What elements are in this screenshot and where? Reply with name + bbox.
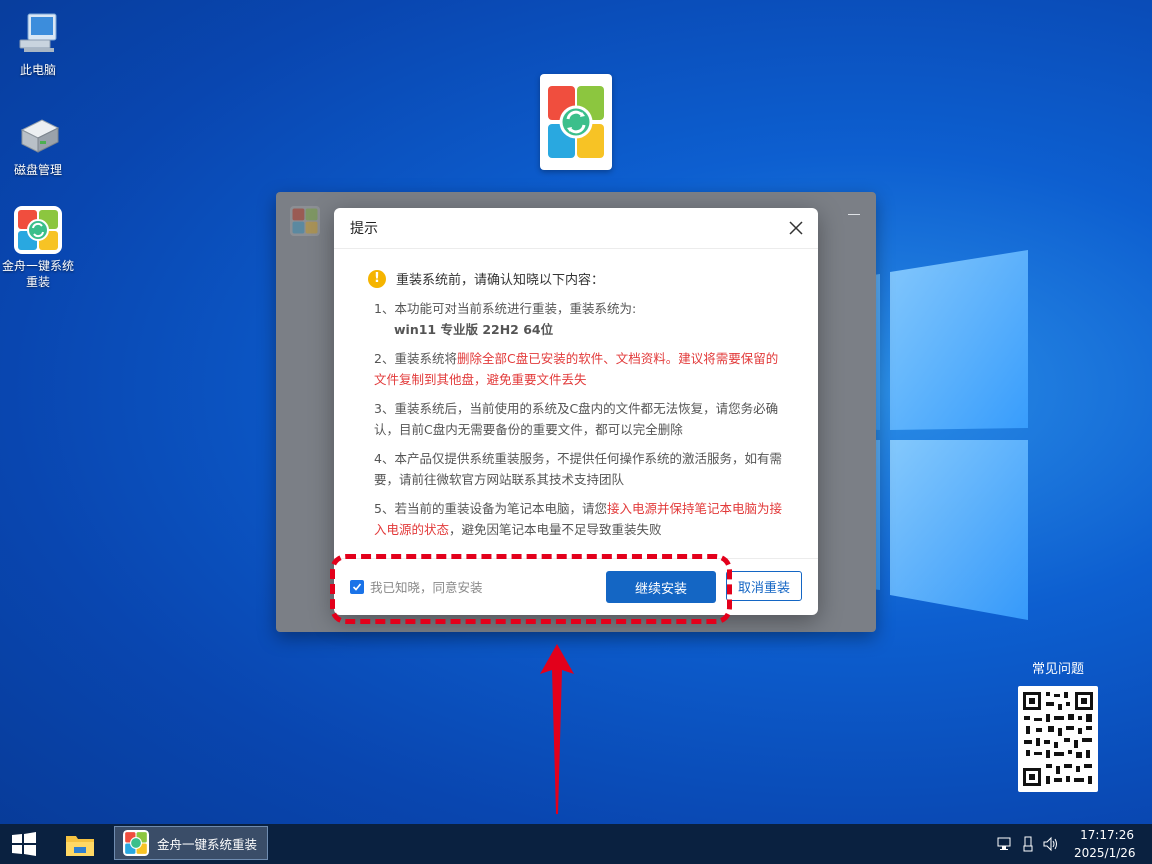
notice-text: 1、本功能可对当前系统进行重装，重装系统为: bbox=[374, 301, 637, 316]
agree-label: 我已知晓，同意安装 bbox=[370, 580, 483, 595]
warning-text: 重装系统前，请确认知晓以下内容： bbox=[396, 273, 605, 288]
notice-text: 2、重装系统将 bbox=[374, 351, 457, 366]
network-icon[interactable] bbox=[996, 836, 1014, 852]
notice-text: 5、若当前的重装设备为笔记本电脑，请您 bbox=[374, 501, 607, 516]
notice-text: 4、本产品仅提供系统重装服务，不提供任何操作系统的激活服务，如有需要，请前往微软… bbox=[374, 451, 782, 487]
dialog-title: 提示 bbox=[350, 221, 378, 237]
notice-item-4: 4、本产品仅提供系统重装服务，不提供任何操作系统的激活服务，如有需要，请前往微软… bbox=[374, 448, 784, 490]
clock-date: 2025/1/26 bbox=[1074, 846, 1136, 860]
target-system-version: win11 专业版 22H2 64位 bbox=[394, 322, 554, 337]
dialog-footer: 我已知晓，同意安装 继续安装 取消重装 bbox=[334, 558, 818, 615]
start-button[interactable] bbox=[10, 832, 38, 856]
warning-icon: ! bbox=[368, 269, 386, 288]
desktop-icon-this-pc[interactable]: 此电脑 bbox=[0, 10, 76, 78]
computer-icon bbox=[14, 10, 62, 58]
taskbar: 金舟一键系统重装 17:17:26 2025/1/26 bbox=[0, 824, 1152, 864]
jinzhou-app-logo bbox=[540, 74, 612, 170]
checkbox-checked-icon bbox=[350, 579, 364, 594]
jinzhou-app-icon bbox=[123, 830, 149, 856]
qr-code-icon bbox=[1023, 692, 1093, 786]
desktop-icon-jinzhou-reinstall[interactable]: 金舟一键系统重装 bbox=[0, 206, 76, 290]
taskbar-app-jinzhou[interactable]: 金舟一键系统重装 bbox=[114, 826, 268, 860]
notice-list: 1、本功能可对当前系统进行重装，重装系统为: win11 专业版 22H2 64… bbox=[374, 298, 784, 540]
warning-heading: ! 重装系统前，请确认知晓以下内容： bbox=[368, 269, 818, 288]
usb-icon[interactable] bbox=[1022, 836, 1034, 852]
continue-install-button[interactable]: 继续安装 bbox=[606, 571, 716, 603]
windows-start-icon bbox=[12, 832, 36, 856]
faq-label: 常见问题 bbox=[1031, 662, 1084, 677]
desktop-icon-label: 此电脑 bbox=[19, 63, 56, 77]
minimize-button-dimmed bbox=[848, 214, 860, 215]
desktop-icon-label: 金舟一键系统重装 bbox=[1, 259, 74, 289]
file-explorer-taskbar-button[interactable] bbox=[64, 830, 96, 858]
close-button[interactable] bbox=[786, 218, 806, 238]
system-tray: 17:17:26 2025/1/26 bbox=[996, 824, 1136, 864]
app-window-icon bbox=[290, 206, 320, 236]
folder-icon bbox=[66, 836, 94, 856]
faq-qr-code[interactable] bbox=[1018, 686, 1098, 792]
desktop-icon-disk-management[interactable]: 磁盘管理 bbox=[0, 110, 76, 178]
notice-item-5: 5、若当前的重装设备为笔记本电脑，请您接入电源并保持笔记本电脑为接入电源的状态，… bbox=[374, 498, 784, 540]
disk-management-icon bbox=[14, 110, 62, 158]
desktop-icon-label: 磁盘管理 bbox=[13, 163, 62, 177]
notice-item-2: 2、重装系统将删除全部C盘已安装的软件、文档资料。建议将需要保留的文件复制到其他… bbox=[374, 348, 784, 390]
arrow-annotation-icon bbox=[540, 644, 574, 814]
clock-time: 17:17:26 bbox=[1080, 828, 1134, 842]
dialog-header: 提示 bbox=[334, 208, 818, 249]
reinstall-confirm-dialog: 提示 ! 重装系统前，请确认知晓以下内容： 1、本功能可对当前系统进行重装，重装… bbox=[334, 208, 818, 615]
jinzhou-app-icon bbox=[14, 206, 62, 254]
cancel-reinstall-button[interactable]: 取消重装 bbox=[726, 571, 802, 601]
clock[interactable]: 17:17:26 2025/1/26 bbox=[1074, 826, 1136, 862]
notice-item-3: 3、重装系统后，当前使用的系统及C盘内的文件都无法恢复，请您务必确认，目前C盘内… bbox=[374, 398, 784, 440]
volume-icon[interactable] bbox=[1042, 836, 1060, 852]
agree-checkbox[interactable]: 我已知晓，同意安装 bbox=[350, 577, 483, 596]
taskbar-app-label: 金舟一键系统重装 bbox=[157, 836, 258, 852]
notice-text: ，避免因笔记本电量不足导致重装失败 bbox=[449, 522, 662, 537]
close-icon bbox=[789, 221, 803, 235]
notice-item-1: 1、本功能可对当前系统进行重装，重装系统为: win11 专业版 22H2 64… bbox=[374, 298, 784, 340]
notice-text: 3、重装系统后，当前使用的系统及C盘内的文件都无法恢复，请您务必确认，目前C盘内… bbox=[374, 401, 779, 437]
